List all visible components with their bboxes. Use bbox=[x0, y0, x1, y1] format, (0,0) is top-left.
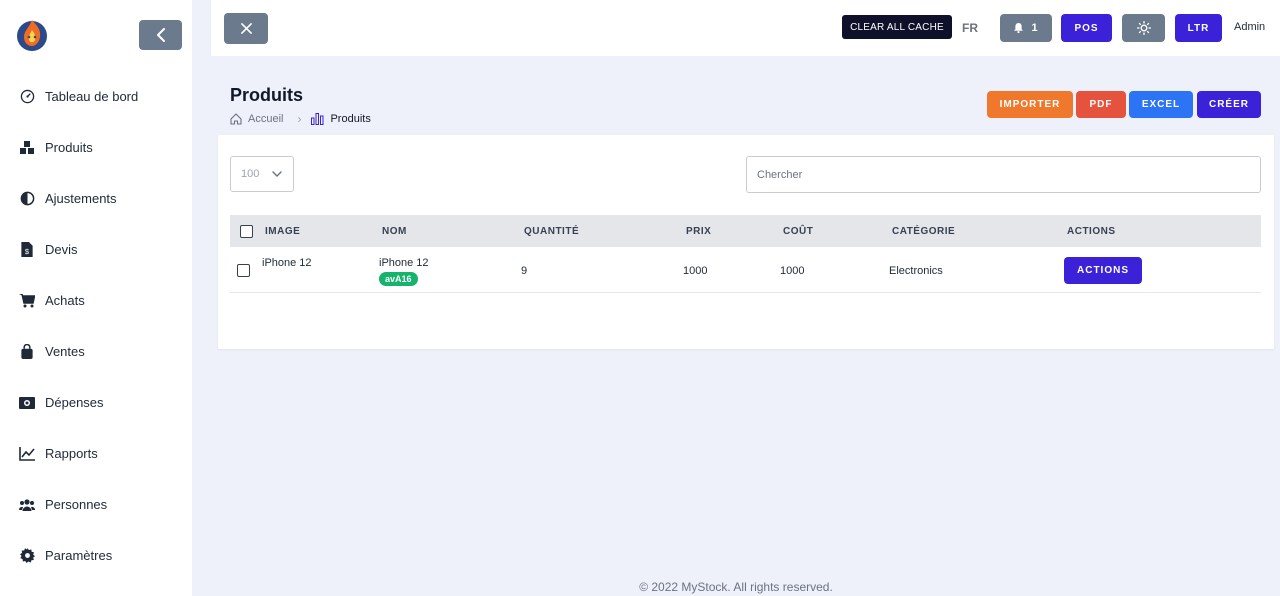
sidebar-item-label: Paramètres bbox=[45, 548, 113, 563]
column-header-actions: ACTIONS bbox=[1067, 226, 1116, 237]
collapse-sidebar-button[interactable] bbox=[139, 20, 182, 50]
column-header-quantity[interactable]: QUANTITÉ bbox=[524, 226, 579, 237]
clear-cache-button[interactable]: CLEAR ALL CACHE bbox=[842, 15, 952, 39]
excel-button[interactable]: EXCEL bbox=[1129, 91, 1193, 118]
sidebar-item-label: Achats bbox=[45, 293, 85, 308]
product-price: 1000 bbox=[683, 265, 708, 277]
sidebar-item-people[interactable]: Personnes bbox=[0, 479, 192, 530]
ltr-button[interactable]: LTR bbox=[1175, 14, 1222, 42]
table-row: iPhone 12 iPhone 12 avA16 9 1000 1000 El… bbox=[230, 247, 1261, 293]
product-quantity: 9 bbox=[521, 265, 528, 277]
sidebar-item-label: Produits bbox=[45, 140, 93, 155]
sidebar-nav: Tableau de bord Produits Ajustements $ D… bbox=[0, 71, 192, 581]
invoice-icon: $ bbox=[19, 242, 35, 258]
sidebar-item-products[interactable]: Produits bbox=[0, 122, 192, 173]
chevron-left-icon bbox=[156, 28, 165, 42]
sidebar-item-reports[interactable]: Rapports bbox=[0, 428, 192, 479]
breadcrumb-separator-icon: › bbox=[297, 112, 302, 126]
breadcrumb-home[interactable]: Accueil bbox=[230, 113, 283, 125]
sun-icon bbox=[1136, 21, 1151, 35]
sidebar-item-settings[interactable]: Paramètres bbox=[0, 530, 192, 581]
money-icon bbox=[19, 395, 35, 411]
breadcrumb-current: Produits bbox=[311, 113, 371, 125]
bar-chart-icon bbox=[311, 113, 324, 125]
sidebar-item-quotes[interactable]: $ Devis bbox=[0, 224, 192, 275]
product-code-badge: avA16 bbox=[379, 272, 418, 286]
users-icon bbox=[19, 497, 35, 513]
chart-line-icon bbox=[19, 446, 35, 462]
pdf-button[interactable]: PDF bbox=[1076, 91, 1126, 118]
select-all-checkbox[interactable] bbox=[240, 225, 253, 238]
close-button[interactable] bbox=[224, 13, 268, 44]
contrast-icon bbox=[19, 191, 35, 207]
product-category: Electronics bbox=[889, 265, 943, 277]
notifications-button[interactable]: 1 bbox=[1000, 14, 1052, 42]
table-header: IMAGE NOM QUANTITÉ PRIX COÛT CATÉGORIE A… bbox=[230, 215, 1261, 247]
chevron-down-icon bbox=[272, 171, 282, 177]
search-input[interactable] bbox=[746, 156, 1261, 193]
column-header-name[interactable]: NOM bbox=[382, 226, 407, 237]
gear-icon bbox=[19, 548, 35, 564]
page-title: Produits bbox=[230, 85, 304, 105]
breadcrumb: Accueil › Produits bbox=[230, 112, 371, 126]
row-actions-button[interactable]: ACTIONS bbox=[1064, 257, 1142, 284]
language-switcher[interactable]: FR bbox=[962, 21, 978, 35]
create-button[interactable]: CRÉER bbox=[1197, 91, 1261, 118]
product-cost: 1000 bbox=[780, 265, 805, 277]
breadcrumb-current-label: Produits bbox=[330, 113, 371, 125]
cart-icon bbox=[19, 293, 35, 309]
column-header-price[interactable]: PRIX bbox=[686, 226, 711, 237]
app-logo[interactable] bbox=[15, 16, 49, 52]
sidebar-item-label: Tableau de bord bbox=[45, 89, 139, 104]
sidebar-item-expenses[interactable]: Dépenses bbox=[0, 377, 192, 428]
sidebar-item-sales[interactable]: Ventes bbox=[0, 326, 192, 377]
sidebar-item-label: Devis bbox=[45, 242, 78, 257]
row-checkbox[interactable] bbox=[237, 264, 250, 277]
pos-button[interactable]: POS bbox=[1061, 14, 1112, 42]
close-icon bbox=[240, 23, 252, 34]
sidebar-item-label: Personnes bbox=[45, 497, 108, 512]
product-image-cell: iPhone 12 bbox=[262, 257, 312, 269]
column-header-category[interactable]: CATÉGORIE bbox=[892, 226, 955, 237]
user-menu[interactable]: Admin bbox=[1234, 21, 1265, 33]
sidebar-item-dashboard[interactable]: Tableau de bord bbox=[0, 71, 192, 122]
sidebar-item-adjustments[interactable]: Ajustements bbox=[0, 173, 192, 224]
sidebar: Tableau de bord Produits Ajustements $ D… bbox=[0, 0, 192, 596]
column-header-image[interactable]: IMAGE bbox=[265, 226, 300, 237]
per-page-select[interactable]: 100 bbox=[230, 156, 294, 192]
dashboard-icon bbox=[19, 89, 35, 105]
breadcrumb-home-label: Accueil bbox=[248, 113, 284, 125]
boxes-icon bbox=[19, 140, 35, 156]
theme-toggle-button[interactable] bbox=[1122, 14, 1165, 42]
per-page-value: 100 bbox=[241, 168, 260, 180]
import-button[interactable]: IMPORTER bbox=[987, 91, 1073, 118]
sidebar-item-label: Dépenses bbox=[45, 395, 104, 410]
column-header-cost[interactable]: COÛT bbox=[783, 226, 813, 237]
bell-icon bbox=[1014, 23, 1024, 33]
footer-copyright: © 2022 MyStock. All rights reserved. bbox=[639, 580, 833, 594]
sidebar-item-label: Ajustements bbox=[45, 191, 117, 206]
home-icon bbox=[230, 113, 242, 125]
bag-icon bbox=[19, 344, 35, 360]
products-card: 100 IMAGE NOM QUANTITÉ PRIX COÛT CATÉGOR… bbox=[218, 135, 1274, 349]
sidebar-item-purchases[interactable]: Achats bbox=[0, 275, 192, 326]
sidebar-item-label: Ventes bbox=[45, 344, 85, 359]
product-name: iPhone 12 bbox=[379, 257, 429, 269]
topbar: CLEAR ALL CACHE FR 1 POS LTR Admin bbox=[211, 0, 1280, 56]
sidebar-item-label: Rapports bbox=[45, 446, 98, 461]
notification-count: 1 bbox=[1031, 22, 1038, 34]
